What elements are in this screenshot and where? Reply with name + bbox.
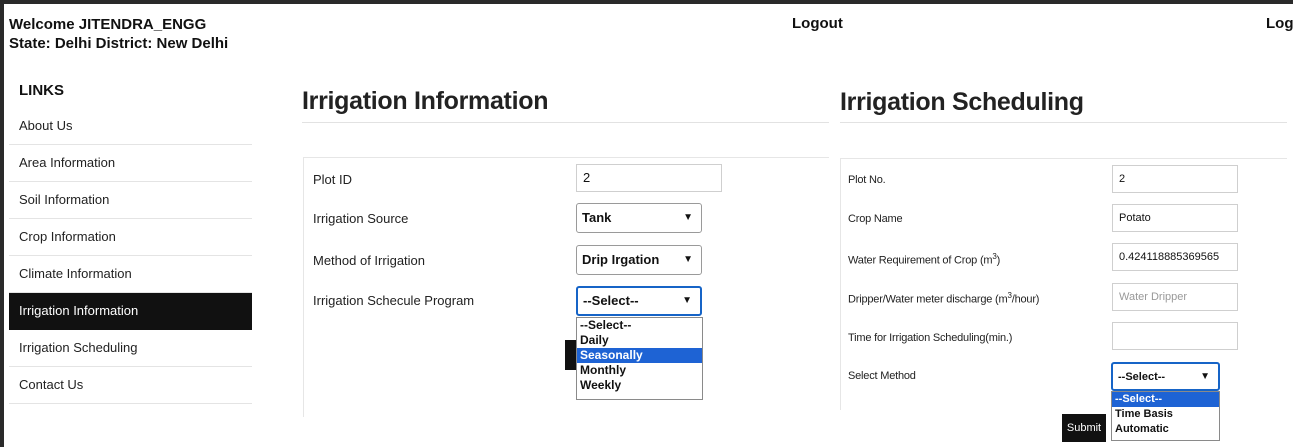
top-border bbox=[0, 0, 1293, 4]
sidebar-title: LINKS bbox=[19, 82, 64, 99]
sidebar-item-about-us[interactable]: About Us bbox=[9, 108, 252, 145]
select-method-select[interactable]: --Select-- ▼ bbox=[1111, 362, 1220, 391]
schedule-program-select[interactable]: --Select-- ▼ bbox=[576, 286, 702, 316]
option-monthly[interactable]: Monthly bbox=[577, 363, 702, 378]
sidebar: LINKS About Us Area Information Soil Inf… bbox=[9, 80, 252, 404]
sidebar-item-climate-information[interactable]: Climate Information bbox=[9, 256, 252, 293]
sidebar-item-soil-information[interactable]: Soil Information bbox=[9, 182, 252, 219]
water-requirement-input[interactable]: 0.424118885369565 bbox=[1112, 243, 1238, 271]
dripper-discharge-input[interactable]: Water Dripper bbox=[1112, 283, 1238, 311]
dripper-discharge-placeholder: Water Dripper bbox=[1119, 291, 1188, 303]
dripper-discharge-label: Dripper/Water meter discharge (m3/hour) bbox=[848, 291, 1040, 306]
option-select[interactable]: --Select-- bbox=[577, 318, 702, 333]
schedule-program-value: --Select-- bbox=[583, 293, 639, 308]
title-divider-right bbox=[840, 122, 1287, 123]
logout-link-right[interactable]: Logout bbox=[1266, 15, 1293, 32]
schedule-program-label: Irrigation Schecule Program bbox=[313, 293, 475, 308]
sidebar-item-crop-information[interactable]: Crop Information bbox=[9, 219, 252, 256]
submit-button[interactable]: Submit bbox=[1062, 414, 1106, 442]
sidebar-item-irrigation-scheduling[interactable]: Irrigation Scheduling bbox=[9, 330, 252, 367]
irrigation-source-select[interactable]: Tank ▼ bbox=[576, 203, 702, 233]
title-divider-left bbox=[302, 122, 829, 123]
schedule-program-dropdown: --Select-- Daily Seasonally Monthly Week… bbox=[576, 317, 703, 400]
select-method-dropdown: --Select-- Time Basis Automatic bbox=[1111, 391, 1220, 441]
option-select-method[interactable]: --Select-- bbox=[1112, 392, 1219, 407]
option-automatic[interactable]: Automatic bbox=[1112, 422, 1219, 437]
sidebar-item-contact-us[interactable]: Contact Us bbox=[9, 367, 252, 404]
method-of-irrigation-value: Drip Irgation bbox=[582, 252, 660, 267]
method-of-irrigation-select[interactable]: Drip Irgation ▼ bbox=[576, 245, 702, 275]
option-weekly[interactable]: Weekly bbox=[577, 378, 702, 393]
irrigation-information-title: Irrigation Information bbox=[302, 87, 549, 115]
left-border bbox=[0, 0, 4, 447]
water-requirement-label: Water Requirement of Crop (m3) bbox=[848, 252, 1001, 267]
option-time-basis[interactable]: Time Basis bbox=[1112, 407, 1219, 422]
method-of-irrigation-label: Method of Irrigation bbox=[313, 253, 426, 268]
option-daily[interactable]: Daily bbox=[577, 333, 702, 348]
select-method-value: --Select-- bbox=[1118, 371, 1166, 383]
plot-id-label: Plot ID bbox=[313, 172, 353, 187]
irrigation-source-label: Irrigation Source bbox=[313, 211, 409, 226]
dropdown-arrow-icon: ▼ bbox=[682, 295, 692, 306]
scheduling-time-input[interactable] bbox=[1112, 322, 1238, 350]
crop-name-label: Crop Name bbox=[848, 213, 903, 225]
welcome-text: Welcome JITENDRA_ENGG bbox=[9, 16, 207, 33]
dropdown-arrow-icon: ▼ bbox=[1200, 371, 1210, 382]
scheduling-time-label: Time for Irrigation Scheduling(min.) bbox=[848, 332, 1013, 344]
select-method-label: Select Method bbox=[848, 370, 916, 382]
plot-no-input[interactable]: 2 bbox=[1112, 165, 1238, 193]
welcome-block: Welcome JITENDRA_ENGG State: Delhi Distr… bbox=[9, 15, 228, 53]
crop-name-input[interactable]: Potato bbox=[1112, 204, 1238, 232]
plot-id-input[interactable]: 2 bbox=[576, 164, 722, 192]
irrigation-info-panel bbox=[303, 157, 829, 417]
dropdown-arrow-icon: ▼ bbox=[683, 254, 693, 265]
logout-link[interactable]: Logout bbox=[792, 15, 843, 32]
option-seasonally[interactable]: Seasonally bbox=[577, 348, 702, 363]
location-text: State: Delhi District: New Delhi bbox=[9, 35, 229, 52]
sidebar-item-irrigation-information[interactable]: Irrigation Information bbox=[9, 293, 252, 330]
plot-no-label: Plot No. bbox=[848, 174, 886, 186]
irrigation-scheduling-title: Irrigation Scheduling bbox=[840, 88, 1084, 116]
irrigation-source-value: Tank bbox=[582, 210, 612, 225]
dropdown-arrow-icon: ▼ bbox=[683, 212, 693, 223]
sidebar-item-area-information[interactable]: Area Information bbox=[9, 145, 252, 182]
